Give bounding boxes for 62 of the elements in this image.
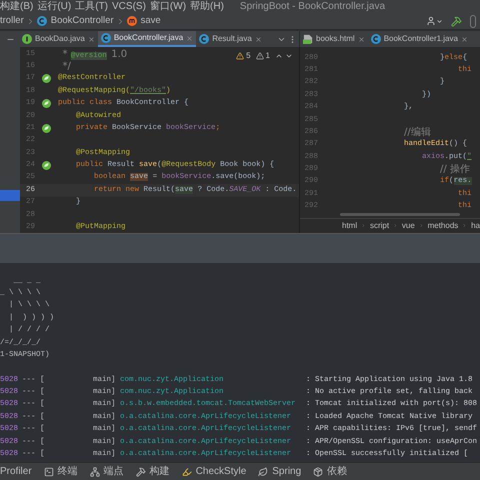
close-icon[interactable] (460, 36, 468, 42)
bean-icon[interactable] (42, 99, 51, 108)
hammer-icon (136, 466, 146, 476)
menu-item[interactable]: 窗口(W) (150, 0, 186, 12)
editor-tab[interactable]: BookDao.java (19, 31, 98, 47)
chevron-down-icon[interactable] (285, 52, 293, 60)
tool-window-button[interactable]: 端点 (90, 464, 124, 479)
code-line: */ (62, 60, 71, 74)
breadcrumb-item[interactable]: methods (428, 220, 458, 232)
warning-icon[interactable] (236, 52, 244, 60)
tool-window-button[interactable]: 终端 (44, 464, 78, 479)
breadcrumb-item[interactable]: ha (471, 220, 480, 232)
highlighter-icon (182, 466, 192, 476)
menu-item[interactable]: 工具(T) (75, 0, 108, 12)
breadcrumb-item[interactable]: script (370, 220, 390, 232)
bean-icon[interactable] (42, 161, 51, 170)
html-file-icon (303, 34, 313, 44)
menu-item[interactable]: VCS(S) (112, 0, 146, 12)
method-icon (126, 16, 137, 26)
hammer-icon[interactable] (451, 16, 462, 26)
class-icon (36, 16, 47, 26)
chevron-up-icon[interactable] (275, 52, 283, 60)
package-icon (313, 466, 324, 476)
class-icon (370, 34, 381, 44)
menu-item[interactable]: 运行(U) (37, 0, 72, 12)
code-line: // 操作 (439, 163, 470, 176)
tool-window-button[interactable]: Profiler (0, 464, 32, 479)
breadcrumb-item[interactable]: save (126, 14, 161, 28)
breadcrumb-item[interactable]: troller (0, 14, 24, 28)
warning-count[interactable]: 5 (246, 50, 251, 62)
leaf-icon (258, 466, 268, 476)
editor-tab[interactable]: Result.java (196, 31, 265, 47)
breadcrumb-item[interactable]: html (342, 220, 358, 232)
bean-icon[interactable] (42, 124, 51, 134)
code-line: //编辑 (403, 126, 431, 140)
toolbar-frame[interactable] (470, 14, 476, 28)
weak-warning-count[interactable]: 1 (266, 50, 270, 62)
editor-tab[interactable]: books.html (300, 31, 368, 47)
breadcrumb-item[interactable]: BookController (36, 14, 114, 28)
editor-tab[interactable]: BookController.java (98, 31, 196, 47)
class-icon (100, 33, 111, 43)
close-icon[interactable] (88, 36, 95, 42)
editor-tab[interactable]: BookController1.java (368, 31, 471, 47)
warning-icon[interactable] (256, 52, 264, 60)
menu-item[interactable]: 帮助(H) (190, 0, 224, 12)
tool-window-button[interactable]: CheckStyle (182, 464, 246, 479)
network-icon (90, 466, 100, 476)
tool-window-button[interactable]: 构建 (136, 464, 170, 479)
tool-window-button[interactable]: 依赖 (313, 464, 348, 479)
caret-icon[interactable] (436, 18, 443, 24)
interface-icon (22, 34, 32, 44)
tool-window-button[interactable]: Spring (258, 464, 302, 479)
bean-icon[interactable] (42, 74, 51, 84)
terminal-icon (44, 466, 54, 476)
window-title: SpringBoot - BookController.java (240, 0, 385, 12)
menu-item[interactable]: 构建(B) (0, 0, 34, 12)
close-icon[interactable] (358, 36, 365, 42)
breadcrumb-item[interactable]: vue (402, 220, 415, 232)
class-icon (199, 34, 210, 44)
user-icon[interactable] (426, 16, 436, 26)
close-icon[interactable] (254, 36, 262, 42)
horizontal-scrollbar[interactable] (340, 213, 460, 216)
